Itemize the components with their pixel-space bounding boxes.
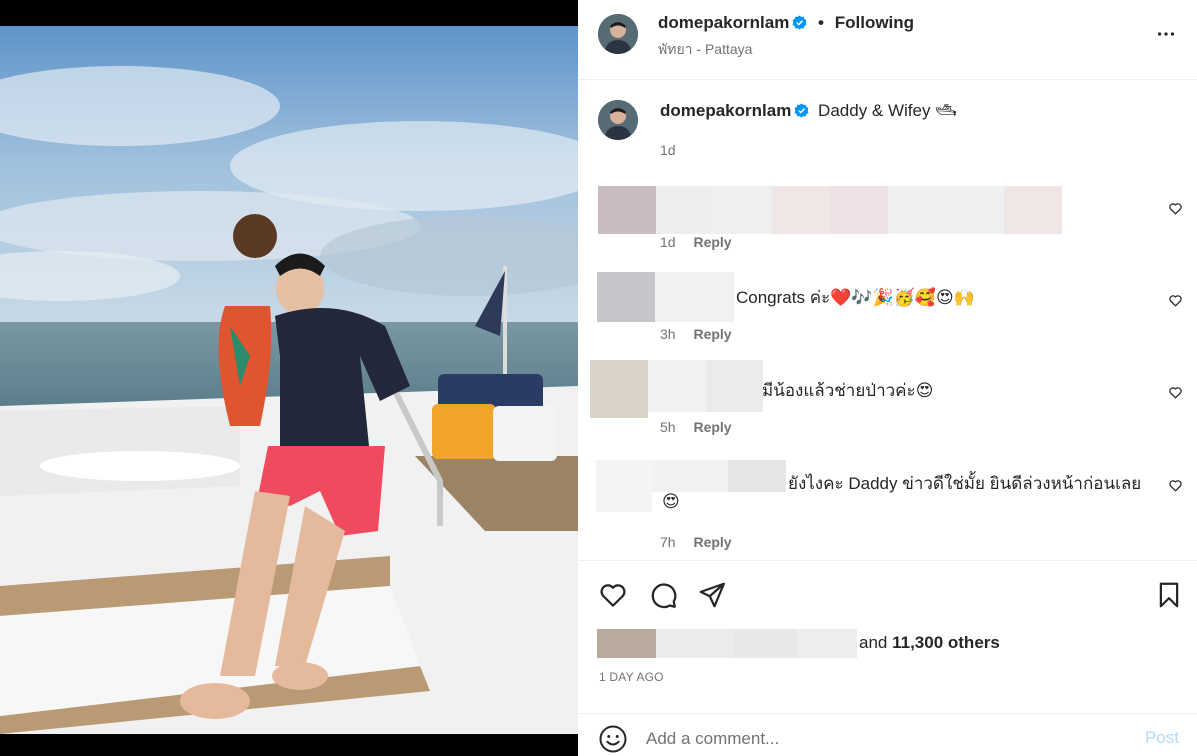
avatar-image	[598, 100, 638, 140]
share-paper-plane-icon[interactable]	[697, 580, 727, 610]
comment-bubble-icon[interactable]	[648, 580, 678, 610]
header-username[interactable]: domepakornlam	[658, 13, 789, 32]
post-comment-button[interactable]: Post	[1145, 728, 1179, 748]
redacted-comment-blur	[598, 186, 1062, 234]
redacted-likers-avatars-blur	[597, 629, 857, 658]
like-heart-icon[interactable]	[598, 580, 628, 610]
comment-meta: 7h Reply	[660, 534, 732, 550]
caption-text: Daddy & Wifey 🛥	[818, 101, 957, 120]
caption-avatar[interactable]	[598, 100, 638, 140]
yacht-photo-illustration	[0, 26, 578, 734]
save-bookmark-icon[interactable]	[1154, 580, 1184, 610]
likes-prefix: and	[859, 633, 888, 652]
like-comment-heart-icon[interactable]	[1168, 385, 1183, 400]
likes-count[interactable]: and 11,300 others	[859, 633, 1000, 653]
emoji-smiley-icon[interactable]	[598, 724, 628, 754]
reply-button[interactable]: Reply	[693, 534, 731, 550]
comment-meta: 5h Reply	[660, 419, 732, 435]
reply-button[interactable]: Reply	[693, 234, 731, 250]
reply-button[interactable]: Reply	[693, 326, 731, 342]
comment-time[interactable]: 5h	[660, 419, 676, 435]
post-header: domepakornlam • Following พัทยา - Pattay…	[578, 0, 1197, 80]
redacted-avatar-blur	[590, 360, 648, 418]
post-detail-panel: domepakornlam • Following พัทยา - Pattay…	[578, 0, 1197, 756]
post-photo-frame	[0, 0, 578, 756]
comment-text-emoji: 😍	[662, 492, 680, 511]
like-comment-heart-icon[interactable]	[1168, 201, 1183, 216]
caption-timestamp[interactable]: 1d	[660, 142, 676, 158]
verified-badge-icon	[792, 15, 807, 30]
comment-item: Congrats ค่ะ❤️🎶🎉🥳🥰😍🙌 3h Reply	[578, 270, 1197, 348]
comment-meta: 1d Reply	[660, 234, 732, 250]
comment-input[interactable]	[646, 726, 1126, 752]
more-horizontal-icon[interactable]	[1155, 22, 1177, 46]
post-location[interactable]: พัทยา - Pattaya	[658, 39, 752, 61]
comment-time[interactable]: 7h	[660, 534, 676, 550]
comment-meta: 3h Reply	[660, 326, 732, 342]
author-avatar[interactable]	[598, 14, 638, 54]
post-photo[interactable]	[0, 26, 578, 734]
header-user-line: domepakornlam • Following	[658, 13, 914, 33]
caption-username[interactable]: domepakornlam	[660, 101, 791, 120]
verified-badge-icon	[794, 103, 809, 118]
comment-time[interactable]: 1d	[660, 234, 676, 250]
comment-text: Congrats ค่ะ❤️🎶🎉🥳🥰😍🙌	[736, 288, 975, 307]
redacted-username-blur	[652, 460, 786, 492]
comment-item: 1d Reply	[578, 186, 1197, 256]
post-time-ago[interactable]: 1 DAY AGO	[599, 670, 664, 684]
likes-others[interactable]: 11,300 others	[892, 633, 1000, 652]
redacted-avatar-blur	[597, 272, 655, 322]
reply-button[interactable]: Reply	[693, 419, 731, 435]
comment-text: มีน้องแล้วช่ายป่าวค่ะ😍	[762, 381, 934, 400]
like-comment-heart-icon[interactable]	[1168, 293, 1183, 308]
redacted-username-blur	[655, 272, 734, 322]
avatar-image	[598, 14, 638, 54]
post-caption: domepakornlam Daddy & Wifey 🛥	[660, 101, 957, 121]
comment-text: ยังไงคะ Daddy ข่าวดีใช่มั้ย ยินดีล่วงหน้…	[788, 474, 1142, 493]
following-button[interactable]: Following	[835, 13, 914, 32]
like-comment-heart-icon[interactable]	[1168, 478, 1183, 493]
comment-item: ยังไงคะ Daddy ข่าวดีใช่มั้ย ยินดีล่วงหน้…	[578, 460, 1197, 556]
redacted-avatar-blur	[596, 460, 652, 512]
comment-item: มีน้องแล้วช่ายป่าวค่ะ😍 5h Reply	[578, 360, 1197, 440]
add-comment-bar: Post	[578, 713, 1197, 756]
header-separator: •	[818, 13, 824, 32]
redacted-username-blur	[648, 360, 763, 412]
comment-time[interactable]: 3h	[660, 326, 676, 342]
